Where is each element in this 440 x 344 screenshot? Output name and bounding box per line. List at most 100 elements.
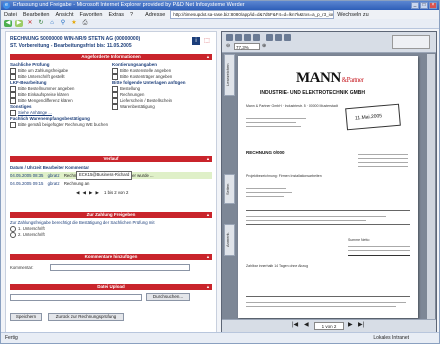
verlauf-pager[interactable]: ◀ ◀ ▶ ▶ 1 bis 2 von 2 bbox=[76, 189, 196, 196]
kommentar-section: Kommentar: bbox=[10, 264, 212, 274]
table-rule bbox=[246, 224, 410, 225]
table-row: 04.05.2005 09:15 gbratz Rechnung an bbox=[10, 180, 212, 187]
search-icon[interactable] bbox=[253, 34, 260, 41]
email-icon[interactable] bbox=[244, 34, 251, 41]
upload-path-input[interactable] bbox=[10, 294, 142, 301]
collapse-icon[interactable]: ▲ bbox=[206, 284, 210, 290]
search-icon[interactable]: ⚲ bbox=[59, 20, 67, 27]
zoom-icon[interactable]: ⊖ bbox=[226, 43, 230, 49]
verlauf-date: 04.05.2005 09:15 bbox=[10, 181, 44, 186]
go-button[interactable]: Wechseln zu bbox=[334, 12, 371, 18]
tooltip: ECK15@Business-Richard bbox=[76, 171, 133, 180]
text-line bbox=[246, 192, 292, 193]
back-icon[interactable]: ◀ bbox=[4, 20, 12, 27]
page-field[interactable]: 1 von 2 bbox=[314, 322, 344, 330]
form-header: RECHNUNG 50000000 WIN-NR/9 STETN AG (000… bbox=[10, 36, 140, 50]
first-page-icon[interactable]: |◀ bbox=[292, 321, 298, 328]
form-subtitle: ST. Vorbereitung - Bearbeitungsfrist bis… bbox=[10, 43, 132, 49]
close-button[interactable]: × bbox=[429, 2, 437, 9]
next-page-icon[interactable]: ▶ bbox=[348, 321, 353, 328]
company-logo: MANN&Partner bbox=[296, 70, 364, 86]
collapse-icon[interactable]: ▲ bbox=[206, 54, 210, 60]
window-title: Erfassung und Freigabe - Microsoft Inter… bbox=[13, 2, 245, 8]
maximize-button[interactable]: □ bbox=[420, 2, 428, 9]
upload-section-bar: Datei Upload ▲ bbox=[10, 284, 212, 290]
verlauf-header: Datum / Uhrzeit Bearbeiter Kommentar bbox=[10, 165, 90, 170]
kommentar-input[interactable] bbox=[50, 264, 190, 271]
zoom-in-icon[interactable]: ⊕ bbox=[262, 43, 266, 49]
tab-pages[interactable]: Seiten bbox=[224, 174, 235, 204]
menu-bearbeiten[interactable]: Bearbeiten bbox=[20, 12, 53, 18]
status-text: Fertig bbox=[5, 335, 18, 341]
save-button[interactable]: Speichern bbox=[10, 313, 42, 321]
pager-icons[interactable]: ◀ ◀ ▶ ▶ bbox=[76, 190, 100, 195]
text-line bbox=[246, 216, 386, 217]
prev-page-icon[interactable]: ◀ bbox=[304, 321, 309, 328]
text-line bbox=[246, 302, 406, 303]
forward-icon[interactable]: ▶ bbox=[15, 20, 23, 27]
save-icon[interactable] bbox=[226, 34, 233, 41]
pdf-toolbar: ⊖ 77,3% ⊕ bbox=[222, 32, 436, 53]
radio-unterschrift-2[interactable]: 2. Unterschrift bbox=[10, 231, 212, 238]
stop-icon[interactable]: ✕ bbox=[26, 20, 34, 27]
address-input[interactable]: http://timesupdxt.sa-rase.biz:8080/app/i… bbox=[170, 10, 335, 19]
print-icon[interactable] bbox=[235, 34, 242, 41]
pdf-icon[interactable]: ⬚ bbox=[203, 37, 211, 45]
browse-button[interactable]: Durchsuchen... bbox=[146, 293, 190, 301]
status-bar: Fertig Lokales Intranet bbox=[1, 332, 439, 343]
tab-annotations[interactable]: Anmerk. bbox=[224, 224, 235, 256]
text-line bbox=[246, 306, 396, 307]
checkbox-we-buchen[interactable]: Bitte gemäß beigefügter Rechnung WE buch… bbox=[10, 122, 108, 128]
doc-type: RECHNUNG 0/000 bbox=[246, 150, 285, 155]
print-icon[interactable]: ⎙ bbox=[81, 20, 89, 27]
verlauf-comment: Rechnung an bbox=[63, 181, 90, 186]
minimize-button[interactable]: _ bbox=[411, 2, 419, 9]
freigabe-section: Zur Zahlungsfreigabe berechtigt die Best… bbox=[10, 220, 212, 246]
menu-favoriten[interactable]: Favoriten bbox=[77, 12, 106, 18]
tab-bookmarks[interactable]: Lesezeichen bbox=[224, 54, 235, 96]
favorites-icon[interactable]: ★ bbox=[70, 20, 78, 27]
pdf-viewer: ⊖ 77,3% ⊕ Lesezeichen Seiten Anmerk. MAN… bbox=[221, 31, 437, 333]
details-section: Sachliche Prüfung Bitte um Zahlungsfreig… bbox=[10, 62, 212, 152]
received-stamp: 11.Mai.2005 bbox=[345, 103, 401, 131]
info-icon[interactable]: i bbox=[192, 37, 200, 45]
menu-extras[interactable]: Extras bbox=[105, 12, 127, 18]
verlauf-user: gbratz bbox=[47, 181, 60, 186]
zoom-field[interactable]: 77,3% bbox=[234, 43, 260, 50]
project-reference: Projektbezeichnung: Firmen Installations… bbox=[246, 174, 322, 178]
pdf-page: MANN&Partner INDUSTRIE- UND ELEKTROTECHN… bbox=[238, 56, 418, 318]
vertical-scrollbar[interactable] bbox=[427, 54, 435, 320]
collapse-icon[interactable]: ▲ bbox=[206, 212, 210, 218]
help-search-box[interactable] bbox=[392, 35, 430, 49]
checkbox-warenbestaetigung[interactable]: Warenbestätigung bbox=[112, 104, 212, 110]
menu-ansicht[interactable]: Ansicht bbox=[52, 12, 76, 18]
text-line bbox=[358, 158, 408, 159]
last-page-icon[interactable]: ▶| bbox=[358, 321, 364, 328]
menu-help[interactable]: ? bbox=[127, 12, 136, 18]
browser-window: e Erfassung und Freigabe - Microsoft Int… bbox=[0, 0, 440, 344]
side-tabs: Lesezeichen Seiten Anmerk. bbox=[224, 54, 235, 256]
text-line bbox=[348, 250, 410, 251]
select-icon[interactable] bbox=[275, 34, 282, 41]
browser-toolbar: ◀ ▶ ✕ ↻ ⌂ ⚲ ★ ⎙ bbox=[1, 19, 439, 29]
details-col-left: Sachliche Prüfung Bitte um Zahlungsfreig… bbox=[10, 62, 108, 128]
collapse-icon[interactable]: ▲ bbox=[206, 254, 210, 260]
collapse-icon[interactable]: ▲ bbox=[206, 156, 210, 162]
verlauf-section: Datum / Uhrzeit Bearbeiter Kommentar 04.… bbox=[10, 164, 212, 206]
verlauf-user: gbratz bbox=[47, 173, 60, 178]
text-line bbox=[246, 188, 286, 189]
verlauf-section-bar: Verlauf ▲ bbox=[10, 156, 212, 162]
back-to-review-button[interactable]: Zurück zur Rechnungsprüfung bbox=[48, 313, 124, 321]
invoice-form-panel: RECHNUNG 50000000 WIN-NR/9 STETN AG (000… bbox=[5, 31, 217, 333]
details-col-right: Kontierungsangaben Bitte Kostenstelle an… bbox=[112, 62, 212, 110]
home-icon[interactable]: ⌂ bbox=[48, 20, 56, 27]
text-line bbox=[348, 246, 410, 247]
zone-text: Lokales Intranet bbox=[373, 335, 409, 341]
text-line bbox=[246, 118, 306, 119]
form-header-icons: i ⬚ bbox=[192, 37, 211, 45]
hand-icon[interactable] bbox=[266, 34, 273, 41]
refresh-icon[interactable]: ↻ bbox=[37, 20, 45, 27]
amount-label: Summe Netto bbox=[348, 238, 370, 242]
menu-datei[interactable]: Datei bbox=[1, 12, 20, 18]
zoom-icon[interactable] bbox=[284, 34, 291, 41]
